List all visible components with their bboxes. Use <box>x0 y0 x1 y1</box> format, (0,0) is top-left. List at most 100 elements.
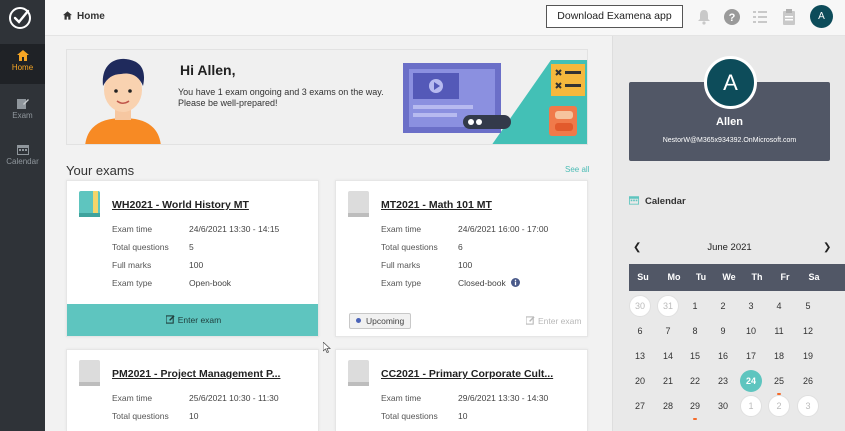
calendar-day[interactable]: 7 <box>657 320 679 342</box>
full-marks-row: Full marks 100 <box>112 260 203 270</box>
greeting-message-line2: Please be well-prepared! <box>178 98 278 108</box>
next-month-icon[interactable]: ❯ <box>823 242 831 253</box>
task-list-icon[interactable] <box>752 9 768 25</box>
calendar-day[interactable]: 18 <box>768 345 790 367</box>
calendar-day[interactable]: 14 <box>657 345 679 367</box>
top-bar: Home Download Examena app ? A <box>45 0 845 36</box>
nav-item-calendar[interactable]: Calendar <box>0 138 45 178</box>
calendar-day[interactable]: 30 <box>712 395 734 417</box>
welcome-banner: Hi Allen, You have 1 exam ongoing and 3 … <box>66 49 588 145</box>
row-value: Closed-book <box>458 278 506 288</box>
enter-exam-button-disabled[interactable]: Enter exam <box>525 316 582 326</box>
row-value: 6 <box>458 242 463 252</box>
calendar-day[interactable]: 8 <box>684 320 706 342</box>
calendar-day[interactable]: 27 <box>629 395 651 417</box>
exam-illustration <box>403 60 587 144</box>
row-key: Total questions <box>112 411 169 421</box>
calendar-day[interactable]: 2 <box>768 395 790 417</box>
exam-time-row: Exam time 24/6/2021 13:30 - 14:15 <box>112 224 279 234</box>
calendar-day[interactable]: 17 <box>740 345 762 367</box>
total-questions-row: Total questions 6 <box>381 242 463 252</box>
calendar-day[interactable]: 24 <box>740 370 762 392</box>
row-key: Total questions <box>112 242 169 252</box>
row-key: Exam time <box>112 393 153 403</box>
calendar-day[interactable]: 3 <box>740 295 762 317</box>
exam-title[interactable]: WH2021 - World History MT <box>112 199 249 211</box>
see-all-link[interactable]: See all <box>565 165 589 174</box>
calendar-day[interactable]: 23 <box>712 370 734 392</box>
calendar-day[interactable]: 20 <box>629 370 651 392</box>
calendar-day[interactable]: 2 <box>712 295 734 317</box>
calendar-day[interactable]: 15 <box>684 345 706 367</box>
exam-card: CC2021 - Primary Corporate Cult... Exam … <box>335 349 588 431</box>
profile-avatar[interactable]: A <box>704 56 757 109</box>
exam-icon <box>16 99 29 109</box>
info-icon[interactable] <box>511 278 521 287</box>
calendar-day[interactable]: 13 <box>629 345 651 367</box>
bell-icon[interactable] <box>696 9 712 25</box>
calendar-icon <box>16 145 29 155</box>
calendar-day-label: 29 <box>689 401 700 411</box>
mouse-cursor-icon <box>323 342 331 353</box>
calendar-day[interactable]: 26 <box>797 370 819 392</box>
calendar-day[interactable]: 9 <box>712 320 734 342</box>
edit-icon <box>525 316 535 325</box>
calendar-weekday-header: Su Mo Tu We Th Fr Sa <box>629 264 845 291</box>
row-value: 5 <box>189 242 194 252</box>
enter-exam-label: Enter exam <box>177 315 222 325</box>
exam-title[interactable]: MT2021 - Math 101 MT <box>381 199 492 211</box>
calendar-icon <box>629 196 639 205</box>
left-nav: Home Exam Calendar <box>0 0 45 431</box>
enter-exam-label: Enter exam <box>538 316 582 326</box>
your-exams-title: Your exams <box>66 163 135 178</box>
row-value: 29/6/2021 13:30 - 14:30 <box>458 393 549 403</box>
calendar-day[interactable]: 12 <box>797 320 819 342</box>
calendar-day[interactable]: 30 <box>629 295 651 317</box>
calendar-day[interactable]: 11 <box>768 320 790 342</box>
nav-item-home[interactable]: Home <box>0 44 45 84</box>
calendar-day[interactable]: 1 <box>684 295 706 317</box>
nav-item-exam[interactable]: Exam <box>0 92 45 132</box>
help-icon[interactable]: ? <box>724 9 740 25</box>
calendar-day[interactable]: 19 <box>797 345 819 367</box>
calendar-day[interactable]: 22 <box>684 370 706 392</box>
row-value: Open-book <box>189 278 232 288</box>
calendar-day[interactable]: 4 <box>768 295 790 317</box>
calendar-day[interactable]: 28 <box>657 395 679 417</box>
exam-type-row: Exam type Open-book <box>112 278 231 288</box>
user-avatar[interactable]: A <box>810 5 833 28</box>
total-questions-row: Total questions 10 <box>112 411 198 421</box>
clipboard-icon[interactable] <box>781 9 797 25</box>
calendar-day[interactable]: 16 <box>712 345 734 367</box>
home-icon <box>63 11 72 20</box>
calendar-day[interactable]: 1 <box>740 395 762 417</box>
status-label: Upcoming <box>366 316 405 326</box>
row-value: 100 <box>458 260 473 270</box>
exam-title[interactable]: PM2021 - Project Management P... <box>112 368 280 380</box>
exam-book-icon <box>348 360 369 386</box>
breadcrumb[interactable]: Home <box>63 11 105 22</box>
enter-exam-button[interactable]: Enter exam <box>67 304 318 336</box>
calendar-day[interactable]: 21 <box>657 370 679 392</box>
calendar-day-label: 25 <box>773 376 784 386</box>
exam-type-row: Exam type Closed-book <box>381 278 521 288</box>
exam-book-icon <box>79 191 100 217</box>
edit-icon <box>165 315 175 324</box>
event-marker <box>693 418 697 420</box>
row-key: Exam type <box>112 278 153 288</box>
examena-logo-icon[interactable] <box>8 6 32 30</box>
breadcrumb-label: Home <box>77 11 105 22</box>
calendar-day[interactable]: 29 <box>684 395 706 420</box>
calendar-day[interactable]: 25 <box>768 370 790 395</box>
calendar-day[interactable]: 5 <box>797 295 819 317</box>
calendar-day[interactable]: 6 <box>629 320 651 342</box>
nav-label-exam: Exam <box>12 111 33 120</box>
calendar-day[interactable]: 31 <box>657 295 679 317</box>
greeting-message: You have 1 exam ongoing and 3 exams on t… <box>178 87 408 109</box>
weekday-label: Sa <box>808 272 820 282</box>
download-app-button[interactable]: Download Examena app <box>546 5 683 28</box>
calendar-day[interactable]: 10 <box>740 320 762 342</box>
calendar-day[interactable]: 3 <box>797 395 819 417</box>
exam-title[interactable]: CC2021 - Primary Corporate Cult... <box>381 368 553 380</box>
row-key: Exam time <box>381 224 422 234</box>
